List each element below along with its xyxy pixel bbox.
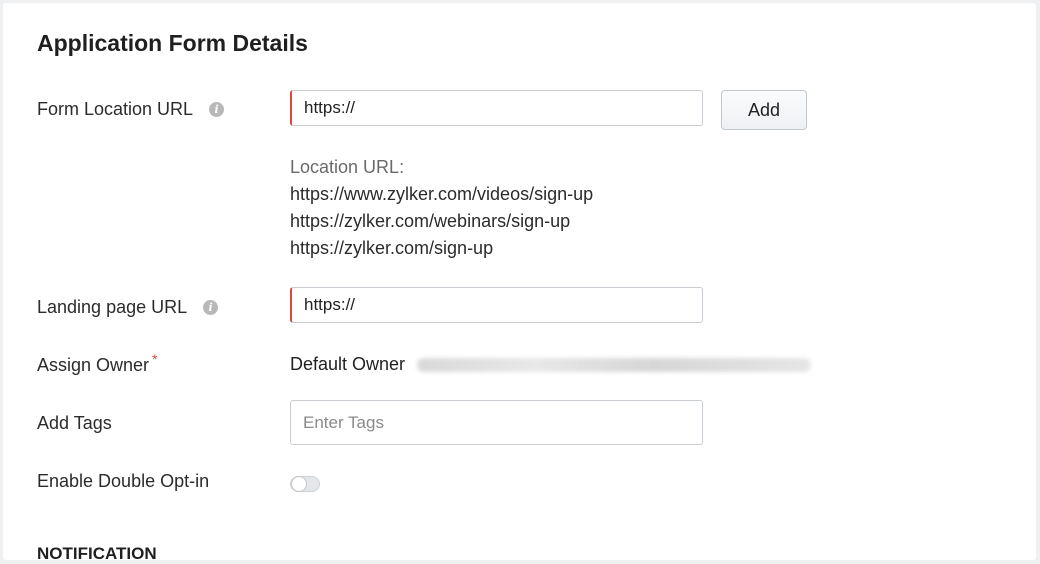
- location-url-examples: Location URL: https://www.zylker.com/vid…: [290, 154, 593, 262]
- add-tags-label-row: Add Tags: [37, 413, 112, 434]
- landing-page-url-label-row: Landing page URL i: [37, 297, 219, 318]
- assign-owner-label: Assign Owner: [37, 355, 150, 375]
- double-opt-in-label-row: Enable Double Opt-in: [37, 471, 209, 492]
- landing-page-url-value: https://: [304, 295, 356, 314]
- location-url-item: https://www.zylker.com/videos/sign-up: [290, 184, 594, 204]
- redacted-owner-email: [417, 357, 812, 372]
- landing-page-url-input[interactable]: https://: [290, 287, 703, 323]
- location-url-heading: Location URL:: [290, 157, 405, 177]
- tags-input[interactable]: Enter Tags: [290, 400, 703, 445]
- add-url-button[interactable]: Add: [721, 90, 807, 130]
- double-opt-in-toggle[interactable]: [290, 476, 320, 492]
- page-title: Application Form Details: [37, 30, 308, 56]
- assign-owner-value[interactable]: Default Owner: [290, 354, 812, 375]
- toggle-knob: [291, 476, 307, 492]
- tags-input-placeholder: Enter Tags: [303, 412, 384, 432]
- required-asterisk: *: [152, 350, 158, 367]
- application-form-panel: Application Form Details Form Location U…: [3, 3, 1036, 563]
- location-url-item: https://zylker.com/sign-up: [290, 238, 494, 258]
- default-owner-text: Default Owner: [290, 354, 406, 374]
- form-location-url-label: Form Location URL: [37, 99, 194, 119]
- location-url-item: https://zylker.com/webinars/sign-up: [290, 211, 571, 231]
- form-location-url-value: https://: [304, 98, 356, 117]
- assign-owner-label-row: Assign Owner *: [37, 351, 158, 376]
- form-location-url-label-row: Form Location URL i: [37, 99, 225, 120]
- double-opt-in-label: Enable Double Opt-in: [37, 471, 210, 491]
- landing-page-url-label: Landing page URL: [37, 297, 188, 317]
- notification-section-heading: NOTIFICATION: [37, 544, 157, 563]
- add-tags-label: Add Tags: [37, 413, 112, 433]
- info-icon[interactable]: i: [209, 102, 225, 117]
- form-location-url-input[interactable]: https://: [290, 90, 703, 126]
- info-icon[interactable]: i: [203, 300, 219, 315]
